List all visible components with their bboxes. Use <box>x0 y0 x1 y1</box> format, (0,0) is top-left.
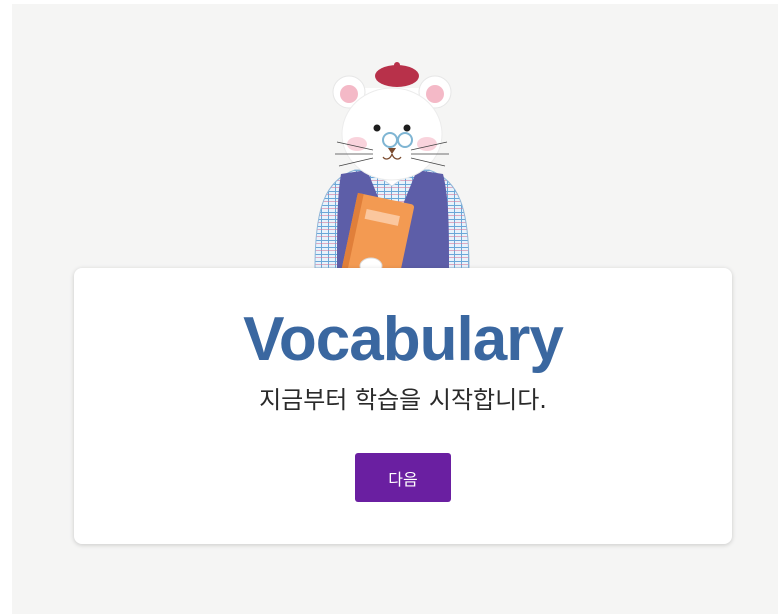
page-title: Vocabulary <box>243 305 564 374</box>
next-button[interactable]: 다음 <box>355 453 451 502</box>
cat-teacher-illustration <box>314 62 470 280</box>
intro-message: 지금부터 학습을 시작합니다. <box>259 386 547 414</box>
intro-card: Vocabulary 지금부터 학습을 시작합니다. 다음 <box>74 268 732 544</box>
